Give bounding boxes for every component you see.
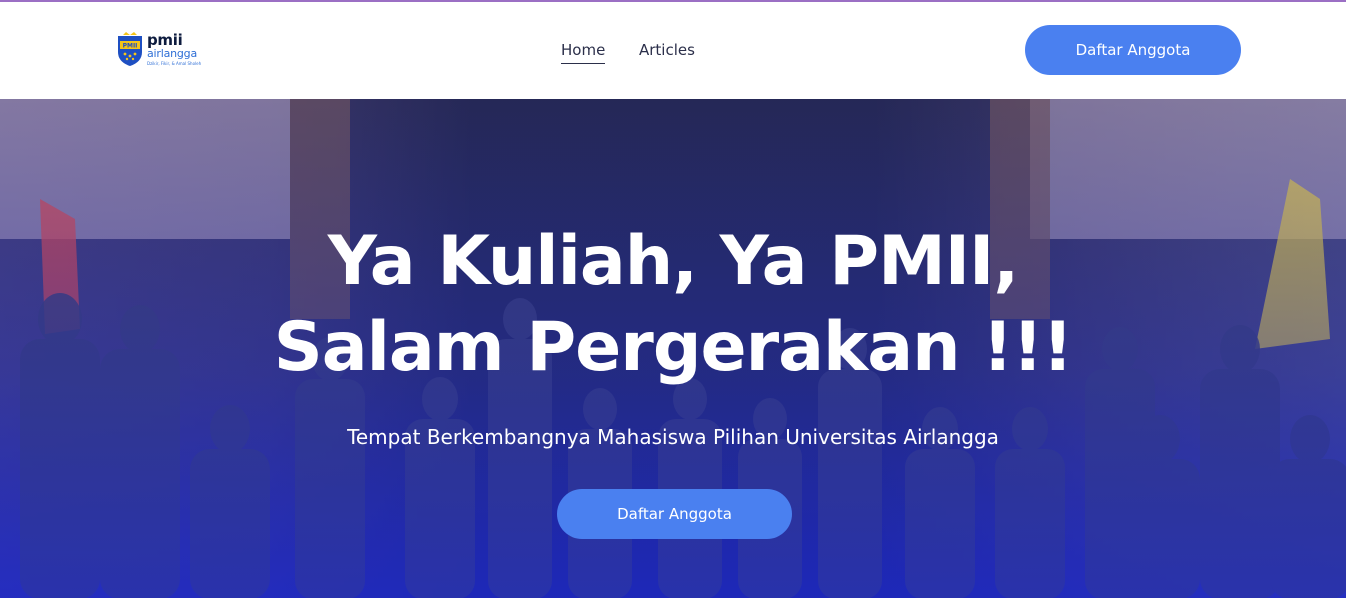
nav-home-link[interactable]: Home [561,40,606,64]
header-register-button[interactable]: Daftar Anggota [1025,25,1241,75]
site-logo[interactable]: PMII pmii airlangga Dzikir, Fikir, & Ama… [116,32,226,72]
hero-title-line2: Salam Pergerakan !!! [273,308,1074,387]
logo-brand-top: pmii [147,31,183,49]
hero-register-button[interactable]: Daftar Anggota [557,489,792,539]
site-header: PMII pmii airlangga Dzikir, Fikir, & Ama… [0,2,1346,99]
hero-title-line1: Ya Kuliah, Ya PMII, [327,222,1019,301]
nav-articles-link[interactable]: Articles [639,40,695,60]
emblem-text: PMII [123,43,138,50]
hero-title: Ya Kuliah, Ya PMII, Salam Pergerakan !!! [0,219,1346,391]
logo-brand-bottom: airlangga [147,47,197,60]
hero-section: Ya Kuliah, Ya PMII, Salam Pergerakan !!!… [0,99,1346,598]
pmii-emblem-icon: PMII [118,32,142,66]
logo-tagline: Dzikir, Fikir, & Amal Sholeh [147,61,202,66]
hero-subtitle: Tempat Berkembangnya Mahasiswa Pilihan U… [347,425,999,449]
